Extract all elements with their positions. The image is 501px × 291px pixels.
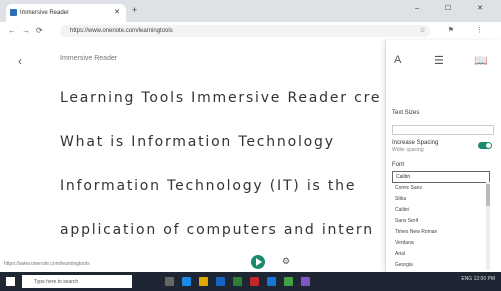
address-bar-row: ← → ⟳ https://www.onenote.com/learningto… [0, 22, 501, 41]
reader-line-3: Information Technology (IT) is the [60, 178, 357, 194]
taskbar-search[interactable]: Type here to search [22, 275, 132, 288]
text-options-icon[interactable]: A [394, 54, 401, 66]
url-text: https://www.onenote.com/learningtools [70, 28, 173, 34]
store-icon[interactable] [216, 277, 225, 286]
browser-menu-icons[interactable]: ☆ ⚑ ⋮ [420, 26, 493, 34]
font-select-value: Calibri [396, 174, 411, 180]
url-input[interactable]: https://www.onenote.com/learningtools [60, 25, 430, 37]
browser-tab[interactable]: Immersive Reader ✕ [6, 4, 126, 22]
tab-title: Immersive Reader [20, 10, 70, 16]
excel-icon[interactable] [233, 277, 242, 286]
font-list-scrollbar[interactable] [486, 182, 490, 270]
reader-line-1: Learning Tools Immersive Reader cre [60, 90, 382, 106]
spacing-sub-label: Wider spacing [392, 147, 424, 153]
reader-content: ‹ Immersive Reader Learning Tools Immers… [0, 40, 385, 272]
settings-panel: A ☰ 📖 Text Sizes Increase Spacing Wider … [385, 40, 501, 272]
grammar-options-icon[interactable]: ☰ [434, 54, 444, 67]
powerpoint-icon[interactable] [250, 277, 259, 286]
font-option[interactable]: Sans Serif [395, 218, 418, 224]
onenote-icon[interactable] [301, 277, 310, 286]
close-tab-icon[interactable]: ✕ [114, 8, 120, 16]
font-option[interactable]: Comic Sans [395, 185, 422, 191]
taskbar: Type here to search ENG 12:00 PM [0, 272, 501, 291]
font-option[interactable]: Calibri [395, 207, 409, 213]
spacing-label: Increase Spacing [392, 140, 439, 146]
reader-title: Immersive Reader [60, 55, 118, 62]
text-size-slider[interactable] [392, 125, 494, 135]
tab-bar: Immersive Reader ✕ + – ☐ ✕ [0, 0, 501, 22]
start-icon[interactable] [6, 277, 15, 286]
word-icon[interactable] [267, 277, 276, 286]
text-size-label: Text Sizes [392, 110, 420, 116]
reader-line-2: What is Information Technology [60, 134, 335, 150]
font-option[interactable]: Georgia [395, 262, 413, 268]
file-explorer-icon[interactable] [199, 277, 208, 286]
reading-preferences-icon[interactable]: 📖 [474, 54, 488, 67]
edge-icon[interactable] [182, 277, 191, 286]
font-option[interactable]: Times New Roman [395, 229, 437, 235]
voice-settings-icon[interactable]: ⚙ [282, 256, 290, 267]
window-controls[interactable]: – ☐ ✕ [415, 4, 495, 12]
status-url: https://www.onenote.com/learningtools [4, 261, 90, 267]
forward-nav-icon[interactable]: → [22, 26, 30, 35]
font-list: Comic Sans Sitka Calibri Sans Serif Time… [392, 182, 488, 272]
chrome-icon[interactable] [284, 277, 293, 286]
play-button[interactable] [251, 255, 265, 269]
taskbar-search-placeholder: Type here to search [34, 279, 79, 285]
back-arrow-icon[interactable]: ‹ [18, 54, 22, 68]
font-label: Font [392, 162, 405, 168]
reload-icon[interactable]: ⟳ [36, 26, 43, 35]
new-tab-button[interactable]: + [132, 5, 137, 15]
back-nav-icon[interactable]: ← [8, 26, 16, 35]
font-option[interactable]: Verdana [395, 240, 414, 246]
favicon-icon [10, 9, 17, 16]
reader-line-4: application of computers and intern [60, 222, 374, 238]
system-tray[interactable]: ENG 12:00 PM [461, 276, 495, 282]
font-option[interactable]: Arial [395, 251, 405, 257]
spacing-toggle[interactable] [478, 142, 492, 149]
font-option[interactable]: Sitka [395, 196, 406, 202]
task-view-icon[interactable] [165, 277, 174, 286]
